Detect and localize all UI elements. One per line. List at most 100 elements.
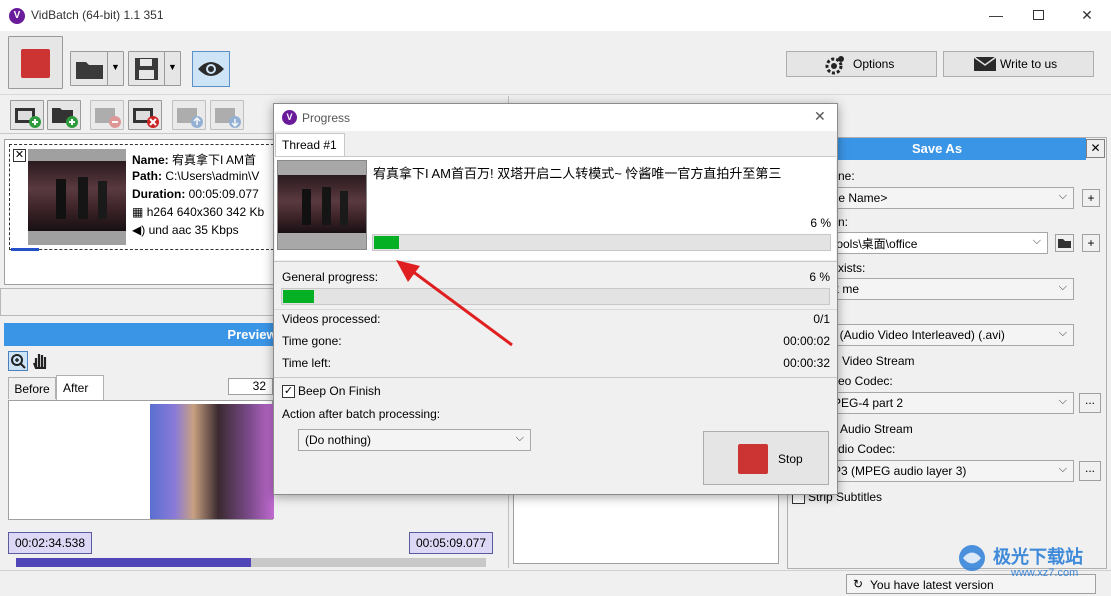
chevron-down-icon: ⌵ <box>1032 235 1041 247</box>
remove-file-icon <box>95 108 121 128</box>
envelope-icon <box>973 56 997 71</box>
minimize-button[interactable]: — <box>973 0 1019 31</box>
action-after-value: (Do nothing) <box>305 433 372 447</box>
status-bar: ↻ You have latest version <box>0 570 1111 596</box>
videos-processed-value: 0/1 <box>813 312 830 326</box>
general-progress-label: General progress: <box>282 270 379 284</box>
middle-list <box>513 490 779 564</box>
video-stream-label: Video Stream <box>842 354 915 368</box>
eye-icon <box>198 62 224 76</box>
chevron-down-icon: ⌵ <box>1058 190 1067 202</box>
preview-toggle-button[interactable] <box>192 51 230 87</box>
dialog-titlebar: V Progress ✕ <box>274 104 837 131</box>
chevron-down-icon: ⌵ <box>515 432 524 444</box>
zoom-field[interactable]: 32 <box>228 378 273 395</box>
speaker-icon: ◀) <box>132 223 146 237</box>
progress-dialog: V Progress ✕ Thread #1 宥真拿下I AM首百万! 双塔开启… <box>273 103 838 495</box>
stop-button[interactable]: Stop <box>703 431 829 485</box>
watermark-logo-icon <box>959 545 985 571</box>
thread-panel: 宥真拿下I AM首百万! 双塔开启二人转模式~ 怜酱唯一官方直拍升至第三 6 % <box>275 156 836 260</box>
video-info: h264 640x360 342 Kb <box>146 205 265 219</box>
scrub-track[interactable] <box>16 558 486 567</box>
filename-template-value: ile Name> <box>833 191 888 205</box>
close-window-button[interactable]: ✕ <box>1064 0 1110 31</box>
general-progress-fill <box>283 290 314 303</box>
write-to-us-button[interactable]: Write to us <box>943 51 1094 77</box>
if-exists-select[interactable]: k me ⌵ <box>826 278 1074 300</box>
time-gone-label: Time gone: <box>282 334 342 348</box>
end-time-badge[interactable]: 00:05:09.077 <box>409 532 493 554</box>
add-folder-icon <box>52 108 78 128</box>
tab-after[interactable]: After <box>56 375 104 401</box>
move-down-icon <box>215 108 241 128</box>
clear-list-icon <box>133 108 159 128</box>
video-codec-select[interactable]: PEG-4 part 2 ⌵ <box>826 392 1074 414</box>
add-template-button[interactable]: + <box>1082 189 1100 207</box>
stop-batch-button[interactable] <box>8 36 63 89</box>
selection-marker <box>11 248 39 251</box>
filename-template-select[interactable]: ile Name> ⌵ <box>826 187 1074 209</box>
video-codec-label: eo Codec: <box>838 374 893 388</box>
add-file-button[interactable] <box>10 100 44 130</box>
save-button[interactable]: ▼ <box>128 51 181 86</box>
thread-video-title: 宥真拿下I AM首百万! 双塔开启二人转模式~ 怜酱唯一官方直拍升至第三 <box>373 166 782 181</box>
clear-list-button[interactable] <box>128 100 162 130</box>
stop-label: Stop <box>778 452 803 466</box>
move-up-button[interactable] <box>172 100 206 130</box>
open-folder-button[interactable]: ▼ <box>70 51 124 86</box>
watermark-brand: 极光下载站 <box>993 547 1083 567</box>
remove-file-button[interactable] <box>90 100 124 130</box>
general-progress-bar <box>281 288 830 305</box>
options-button[interactable]: Options <box>786 51 937 77</box>
time-gone-value: 00:00:02 <box>783 334 830 348</box>
video-codec-value: PEG-4 part 2 <box>833 396 904 410</box>
add-folder-button[interactable] <box>47 100 81 130</box>
name-label: Name: <box>132 153 169 167</box>
chevron-down-icon[interactable]: ▼ <box>168 62 177 72</box>
pan-tool-button[interactable] <box>31 351 51 371</box>
refresh-icon: ↻ <box>853 577 864 591</box>
window-title: VidBatch (64-bit) 1.1 351 <box>31 8 164 22</box>
start-time-badge[interactable]: 00:02:34.538 <box>8 532 92 554</box>
file-item-checkbox[interactable]: ✕ <box>13 149 26 162</box>
dialog-close-button[interactable]: ✕ <box>814 108 826 125</box>
output-folder-select[interactable]: tools\桌面\office ⌵ <box>826 232 1048 254</box>
action-after-select[interactable]: (Do nothing) ⌵ <box>298 429 531 451</box>
version-status-label: You have latest version <box>870 578 994 592</box>
thread-progress-fill <box>374 236 400 249</box>
save-as-close-button[interactable]: ✕ <box>1086 139 1105 158</box>
browse-folder-button[interactable] <box>1055 234 1074 252</box>
save-name-label: ne: <box>838 169 855 183</box>
audio-codec-value: P3 (MPEG audio layer 3) <box>833 464 967 478</box>
container-format-select[interactable]: I (Audio Video Interleaved) (.avi) ⌵ <box>826 324 1074 346</box>
output-folder-value: tools\桌面\office <box>833 236 918 251</box>
preview-canvas <box>8 400 274 520</box>
window-titlebar: V VidBatch (64-bit) 1.1 351 — ✕ <box>0 0 1111 31</box>
maximize-icon <box>1033 10 1044 20</box>
audio-codec-settings-button[interactable]: ... <box>1079 461 1101 481</box>
zoom-tool-button[interactable] <box>8 351 28 371</box>
chevron-down-icon: ⌵ <box>1058 281 1067 293</box>
file-list-item[interactable]: ✕ Name: 宥真拿下I AM首 Path: C:\Users\admin\V… <box>9 144 279 250</box>
write-to-us-label: Write to us <box>1000 57 1058 71</box>
stop-square-icon <box>738 444 768 474</box>
chevron-down-icon[interactable]: ▼ <box>111 62 120 72</box>
beep-on-finish-checkbox[interactable]: ✓ <box>282 385 295 398</box>
tab-before[interactable]: Before <box>8 377 56 399</box>
container-format-value: I (Audio Video Interleaved) (.avi) <box>833 328 1005 342</box>
gear-icon <box>825 56 844 75</box>
hand-icon <box>32 354 47 370</box>
video-codec-settings-button[interactable]: ... <box>1079 393 1101 413</box>
name-value: 宥真拿下I AM首 <box>172 153 257 167</box>
path-label: Path: <box>132 169 162 183</box>
move-down-button[interactable] <box>210 100 244 130</box>
dialog-title: Progress <box>302 111 351 125</box>
floppy-disk-icon <box>135 58 158 80</box>
options-label: Options <box>853 57 895 71</box>
preview-frame <box>150 404 274 519</box>
audio-codec-select[interactable]: P3 (MPEG audio layer 3) ⌵ <box>826 460 1074 482</box>
chevron-down-icon: ⌵ <box>1058 463 1067 475</box>
videos-processed-label: Videos processed: <box>282 312 381 326</box>
tab-thread-1[interactable]: Thread #1 <box>275 133 345 157</box>
add-folder-preset-button[interactable]: + <box>1082 234 1100 252</box>
